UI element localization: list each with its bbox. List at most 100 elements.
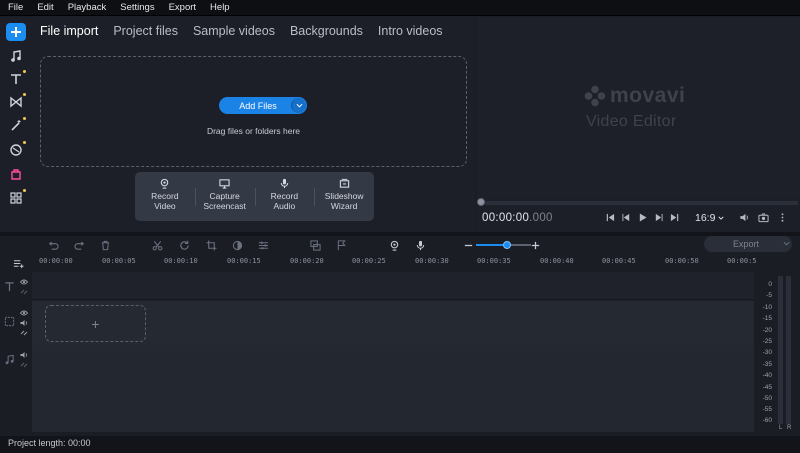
preview-screen[interactable]: movavi Video Editor xyxy=(477,17,800,197)
preview-player: movavi Video Editor 00:00:00.000 16:9 xyxy=(477,17,800,232)
brand-subtitle: Video Editor xyxy=(586,113,677,130)
previous-frame-button[interactable] xyxy=(618,210,634,224)
monitor-icon xyxy=(219,179,230,189)
ruler-tick: 00:00:40 xyxy=(540,257,574,265)
volume-button[interactable] xyxy=(736,210,753,224)
title-track[interactable] xyxy=(32,272,754,300)
delete-button[interactable] xyxy=(98,238,112,252)
meter-level-label: -50 xyxy=(762,395,772,402)
video-track[interactable]: + xyxy=(32,301,754,345)
transitions-tool-button[interactable] xyxy=(5,92,27,112)
go-to-end-button[interactable] xyxy=(666,210,682,224)
export-button[interactable]: Export xyxy=(704,236,792,252)
link-icon[interactable] xyxy=(20,288,28,296)
zoom-out-button[interactable] xyxy=(461,238,475,252)
capture-screencast-button[interactable]: Capture Screencast xyxy=(194,172,255,221)
music-note-icon xyxy=(4,354,15,368)
magic-wand-icon xyxy=(11,120,21,131)
redo-button[interactable] xyxy=(72,238,86,252)
aspect-ratio-select[interactable]: 16:9 xyxy=(695,212,724,224)
add-files-button[interactable]: Add Files xyxy=(219,97,307,114)
zoom-slider-handle[interactable] xyxy=(503,241,511,249)
eye-icon[interactable] xyxy=(19,278,29,286)
new-badge-dot xyxy=(23,117,26,120)
import-tool-button[interactable] xyxy=(6,23,26,41)
movavi-logo-icon xyxy=(584,85,606,107)
menu-help[interactable]: Help xyxy=(203,0,237,16)
split-button[interactable] xyxy=(150,238,164,252)
add-files-dropdown[interactable] xyxy=(291,98,306,113)
next-frame-button[interactable] xyxy=(650,210,666,224)
snapshot-button[interactable] xyxy=(755,210,772,224)
color-adjust-button[interactable] xyxy=(230,238,244,252)
playhead-handle[interactable] xyxy=(477,198,485,206)
meter-right-label: R xyxy=(787,425,792,431)
slideshow-wizard-button[interactable]: Slideshow Wizard xyxy=(314,172,374,221)
audio-track[interactable] xyxy=(32,345,754,432)
microphone-icon xyxy=(416,240,424,250)
speaker-icon[interactable] xyxy=(20,351,28,359)
step-forward-icon xyxy=(655,213,663,221)
rotate-button[interactable] xyxy=(177,238,191,252)
meter-level-label: 0 xyxy=(768,281,772,288)
zoom-in-button[interactable] xyxy=(528,238,542,252)
timeline-ruler[interactable]: 00:00:00 00:00:05 00:00:10 00:00:15 00:0… xyxy=(0,254,757,272)
add-track-button[interactable] xyxy=(11,256,25,270)
player-more-button[interactable] xyxy=(774,210,791,224)
more-tools-button[interactable] xyxy=(5,164,27,184)
menu-playback[interactable]: Playback xyxy=(61,0,114,16)
tab-file-import[interactable]: File import xyxy=(40,23,98,39)
ruler-tick: 00:00:45 xyxy=(602,257,636,265)
meter-level-label: -45 xyxy=(762,384,772,391)
speaker-icon[interactable] xyxy=(20,319,28,327)
menu-export[interactable]: Export xyxy=(162,0,203,16)
titles-tool-button[interactable] xyxy=(5,69,27,89)
audio-level-meter: 0 -5 -10 -15 -20 -25 -30 -35 -40 -45 -50… xyxy=(754,272,800,436)
marker-button[interactable] xyxy=(334,238,348,252)
menu-file[interactable]: File xyxy=(0,0,30,16)
music-tool-button[interactable] xyxy=(5,46,27,66)
transport-controls xyxy=(602,210,682,224)
record-video-button[interactable]: Record Video xyxy=(135,172,195,221)
meter-level-label: -35 xyxy=(762,361,772,368)
tab-backgrounds[interactable]: Backgrounds xyxy=(290,23,363,39)
tab-sample-videos[interactable]: Sample videos xyxy=(193,23,275,39)
vertical-dots-icon xyxy=(781,212,784,222)
go-to-start-button[interactable] xyxy=(602,210,618,224)
play-button[interactable] xyxy=(634,210,650,224)
link-icon[interactable] xyxy=(20,329,28,337)
meter-level-label: -55 xyxy=(762,406,772,413)
tab-intro-videos[interactable]: Intro videos xyxy=(378,23,443,39)
menu-settings[interactable]: Settings xyxy=(113,0,161,16)
menu-edit[interactable]: Edit xyxy=(30,0,60,16)
link-icon[interactable] xyxy=(20,361,28,369)
scissors-icon xyxy=(152,240,162,250)
track-headers xyxy=(0,272,32,432)
grid-tool-button[interactable] xyxy=(5,188,27,208)
undo-button[interactable] xyxy=(46,238,60,252)
meter-level-label: -40 xyxy=(762,372,772,379)
playback-progress-bar[interactable] xyxy=(481,201,798,205)
skip-start-icon xyxy=(606,213,614,221)
drop-zone[interactable]: Add Files Drag files or folders here xyxy=(40,56,467,167)
add-clip-placeholder[interactable]: + xyxy=(45,305,146,342)
record-voice-button[interactable] xyxy=(413,238,427,252)
tab-project-files[interactable]: Project files xyxy=(113,23,178,39)
record-audio-button[interactable]: Record Audio xyxy=(254,172,315,221)
record-webcam-button[interactable] xyxy=(387,238,401,252)
overlay-button[interactable] xyxy=(308,238,322,252)
eye-icon[interactable] xyxy=(19,309,29,317)
drag-hint: Drag files or folders here xyxy=(206,126,301,136)
clip-properties-button[interactable] xyxy=(256,238,270,252)
export-dropdown[interactable] xyxy=(780,239,792,249)
new-badge-dot xyxy=(23,141,26,144)
crop-button[interactable] xyxy=(204,238,218,252)
ruler-tick: 00:00:20 xyxy=(290,257,324,265)
timeline-tracks: + xyxy=(32,272,754,432)
ruler-tick: 00:00:50 xyxy=(665,257,699,265)
ruler-tick: 00:00:5 xyxy=(727,257,757,265)
filters-tool-button[interactable] xyxy=(5,116,27,136)
stickers-tool-button[interactable] xyxy=(5,140,27,160)
meter-level-label: -25 xyxy=(762,338,772,345)
music-note-icon xyxy=(11,50,21,62)
